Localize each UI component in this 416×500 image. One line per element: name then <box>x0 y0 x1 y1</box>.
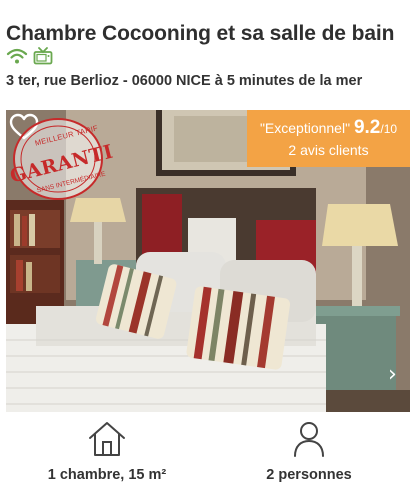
best-price-stamp: MEILLEUR TARIF GARANTI SANS INTERMÉDIAIR… <box>6 114 116 204</box>
chevron-right-icon: › <box>388 362 397 387</box>
next-photo-button[interactable]: › <box>388 363 408 387</box>
person-icon <box>294 422 324 457</box>
rating-score: 9.2 <box>353 117 381 138</box>
tv-icon <box>33 47 53 65</box>
rating-max: /10 <box>380 122 398 136</box>
rating-badge[interactable]: "Exceptionnel" 9.2/10 2 avis clients <box>247 110 410 167</box>
wifi-icon <box>6 48 28 64</box>
review-count: 2 avis clients <box>288 142 369 158</box>
feature-guests-label: 2 personnes <box>266 467 352 483</box>
listing-title: Chambre Cocooning et sa salle de bain <box>6 22 395 45</box>
house-icon <box>89 422 125 456</box>
rating-label: "Exceptionnel" <box>259 120 351 136</box>
amenities-row <box>6 47 53 65</box>
feature-rooms-label: 1 chambre, 15 m² <box>47 467 167 483</box>
feature-rooms: 1 chambre, 15 m² <box>7 420 207 483</box>
listing-address: 3 ter, rue Berlioz - 06000 NICE à 5 minu… <box>6 73 363 89</box>
feature-guests: 2 personnes <box>209 420 409 483</box>
